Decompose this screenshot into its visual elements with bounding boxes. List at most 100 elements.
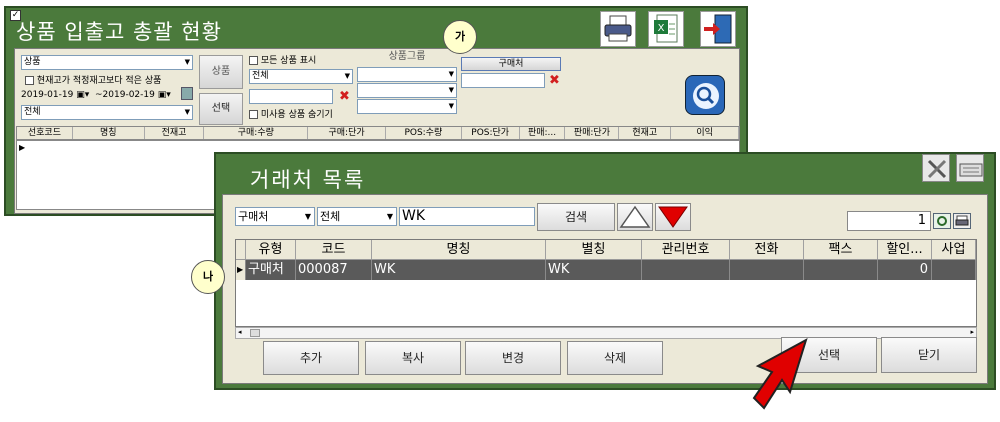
row-pointer-icon: ▶ — [19, 143, 26, 152]
below-stock-option[interactable]: 현재고가 적정재고보다 적은 상품 — [25, 73, 161, 86]
column-header[interactable]: 선호코드 — [17, 127, 73, 139]
hide-unused-option[interactable]: 미사용 상품 숨기기 — [249, 107, 333, 120]
page-number-field[interactable]: 1 — [847, 211, 931, 231]
vendor-scope-combo[interactable]: 전체 ▼ — [317, 207, 397, 226]
chevron-down-icon: ▼ — [304, 212, 311, 221]
column-header[interactable]: 유형 — [246, 240, 296, 259]
hide-unused-checkbox[interactable] — [249, 110, 258, 119]
cell-mgmt-no[interactable] — [642, 260, 730, 280]
product-combo-value: 상품 — [24, 57, 41, 67]
product-text-input[interactable] — [249, 89, 333, 104]
column-header[interactable]: 현재고 — [619, 127, 672, 139]
move-down-button[interactable] — [655, 203, 691, 231]
cell-phone[interactable] — [730, 260, 804, 280]
cell-alias[interactable]: WK — [546, 260, 642, 280]
close-button[interactable]: 닫기 — [881, 337, 977, 373]
all-combo-2[interactable]: 전체 ▼ — [249, 69, 353, 84]
date-from-value: 2019-01-19 — [21, 90, 74, 100]
date-from[interactable]: 2019-01-19 ▣▾ — [21, 90, 89, 100]
chevron-down-icon: ▼ — [184, 58, 190, 66]
column-header[interactable]: 관리번호 — [642, 240, 730, 259]
column-header[interactable]: 이익 — [671, 127, 739, 139]
excel-icon[interactable]: X — [648, 11, 684, 47]
scroll-thumb[interactable] — [250, 329, 260, 337]
column-header[interactable]: 명칭 — [73, 127, 145, 139]
below-stock-checkbox[interactable] — [25, 76, 34, 85]
cell-type[interactable]: 구매처 — [246, 260, 296, 280]
keyboard-icon[interactable] — [956, 154, 984, 182]
column-header[interactable]: 구매:수량 — [204, 127, 309, 139]
svg-text:X: X — [658, 23, 665, 34]
date-to[interactable]: ~2019-02-19 ▣▾ — [95, 90, 171, 100]
search-button[interactable] — [685, 75, 725, 115]
product-group-combo-2[interactable]: ▼ — [357, 83, 457, 98]
all-combo-2-value: 전체 — [252, 71, 269, 81]
chevron-down-icon: ▼ — [386, 212, 393, 221]
chevron-down-icon: ▼ — [448, 86, 454, 94]
select-product-button[interactable]: 선택 — [199, 93, 243, 125]
column-header[interactable]: 전재고 — [145, 127, 205, 139]
search-button[interactable]: 검색 — [537, 203, 615, 231]
date-picker-icon[interactable] — [181, 87, 193, 100]
clear-x-icon[interactable]: ✖ — [339, 90, 350, 103]
chevron-down-icon: ▼ — [448, 102, 454, 110]
chevron-down-icon: ▼ — [184, 108, 190, 116]
vendor-input[interactable] — [461, 73, 545, 88]
vendor-button[interactable]: 구매처 — [461, 57, 561, 71]
column-header[interactable]: POS:수량 — [386, 127, 462, 139]
table-row[interactable]: ▶ 구매처 000087 WK WK 0 — [236, 260, 976, 280]
scroll-left-icon[interactable]: ◂ — [238, 328, 242, 336]
cell-fax[interactable] — [804, 260, 878, 280]
column-header[interactable]: 코드 — [296, 240, 372, 259]
exit-door-icon[interactable] — [700, 11, 736, 47]
show-all-products-option[interactable]: 모든 상품 표시 — [249, 53, 316, 66]
chevron-down-icon: ▼ — [448, 70, 454, 78]
column-header[interactable]: 명칭 — [372, 240, 546, 259]
cell-name[interactable]: WK — [372, 260, 546, 280]
change-button[interactable]: 변경 — [465, 341, 561, 375]
up-arrow-icon — [619, 205, 651, 228]
column-header[interactable]: 별칭 — [546, 240, 642, 259]
down-arrow-icon — [658, 206, 688, 228]
column-header[interactable]: 구매:단가 — [308, 127, 386, 139]
column-header[interactable]: 판매:... — [520, 127, 566, 139]
annotation-badge-ga: 가 — [443, 20, 477, 54]
annotation-badge-na: 나 — [191, 260, 225, 294]
show-all-products-label: 모든 상품 표시 — [260, 56, 317, 66]
cell-code[interactable]: 000087 — [296, 260, 372, 280]
printer-icon[interactable] — [600, 11, 636, 47]
cell-biz[interactable] — [932, 260, 976, 280]
product-group-label: 상품그룹 — [388, 51, 426, 62]
refresh-icon[interactable] — [933, 213, 951, 229]
clear-x-icon[interactable]: ✖ — [549, 74, 560, 87]
product-button[interactable]: 상품 — [199, 55, 243, 89]
all-combo[interactable]: 전체 ▼ — [21, 105, 193, 120]
vendor-type-combo[interactable]: 구매처 ▼ — [235, 207, 315, 226]
copy-button[interactable]: 복사 — [365, 341, 461, 375]
show-all-products-checkbox[interactable] — [249, 56, 258, 65]
scroll-right-icon[interactable]: ▸ — [970, 328, 974, 336]
column-header[interactable]: 사업 — [932, 240, 976, 259]
pointer-arrow-icon — [752, 337, 808, 410]
print-icon[interactable] — [953, 213, 971, 229]
all-combo-value: 전체 — [24, 107, 41, 117]
product-combo[interactable]: 상품 ▼ — [21, 55, 193, 70]
column-header[interactable]: POS:단가 — [462, 127, 520, 139]
product-group-combo-1[interactable]: ▼ — [357, 67, 457, 82]
delete-button[interactable]: 삭제 — [567, 341, 663, 375]
column-header[interactable]: 판매:단가 — [565, 127, 620, 139]
move-up-button[interactable] — [617, 203, 653, 231]
vendor-scope-value: 전체 — [320, 210, 341, 223]
column-header[interactable]: 전화 — [730, 240, 804, 259]
add-button[interactable]: 추가 — [263, 341, 359, 375]
column-header[interactable]: 팩스 — [804, 240, 878, 259]
cell-discount[interactable]: 0 — [878, 260, 932, 280]
tools-icon[interactable] — [922, 154, 950, 182]
calendar-icon[interactable]: ▣▾ — [76, 90, 89, 100]
vendor-search-input[interactable]: WK — [399, 207, 535, 226]
column-header[interactable]: 할인... — [878, 240, 932, 259]
row-indicator-header — [236, 240, 246, 259]
calendar-icon[interactable]: ▣▾ — [158, 90, 171, 100]
chevron-down-icon: ▼ — [344, 72, 350, 80]
product-group-combo-3[interactable]: ▼ — [357, 99, 457, 114]
